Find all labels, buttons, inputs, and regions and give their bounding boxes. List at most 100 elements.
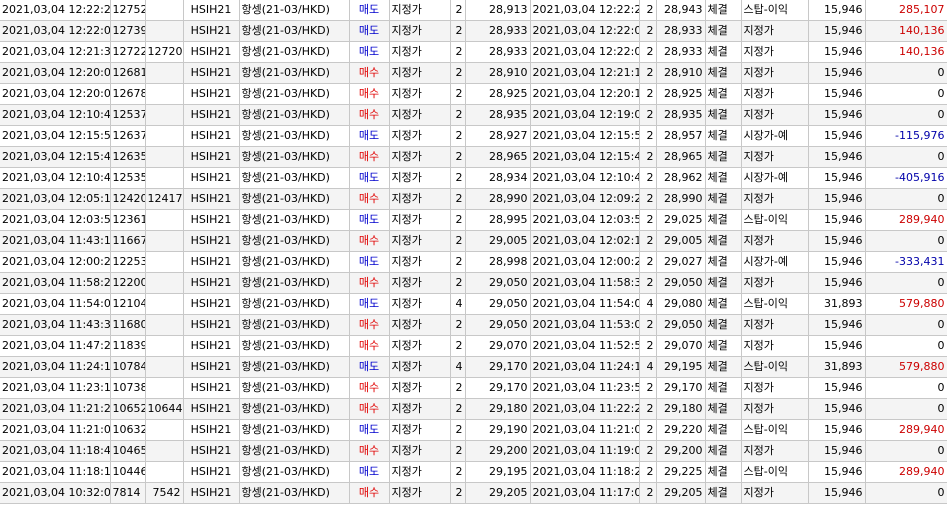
side-cell: 매도 xyxy=(349,209,390,231)
table-row[interactable]: 2021,03,04 11:24:13 10784 HSIH21 항셍(21-03/H… xyxy=(0,356,947,378)
table-row[interactable]: 2021,03,04 12:20:00 12678 HSIH21 항셍(21-03/H… xyxy=(0,83,947,105)
product-name-cell: 항셍(21-03/HKD) xyxy=(239,314,350,336)
order-time-cell: 2021,03,04 12:10:45 xyxy=(0,167,111,189)
order-qty-cell: 2 xyxy=(450,377,466,399)
table-row[interactable]: 2021,03,04 12:15:41 12635 HSIH21 항셍(21-03/H… xyxy=(0,146,947,168)
margin-cell: 15,946 xyxy=(808,482,866,504)
original-order-number-cell xyxy=(145,20,184,42)
table-row[interactable]: 2021,03,04 12:10:45 12535 HSIH21 항셍(21-03/H… xyxy=(0,167,947,189)
product-code-cell: HSIH21 xyxy=(183,62,240,84)
margin-cell: 15,946 xyxy=(808,188,866,210)
product-name-cell: 항셍(21-03/HKD) xyxy=(239,83,350,105)
side-cell: 매수 xyxy=(349,314,390,336)
status-cell: 체결 xyxy=(705,209,742,231)
table-row[interactable]: 2021,03,04 11:54:04 12104 HSIH21 항셍(21-03/H… xyxy=(0,293,947,315)
original-order-number-cell xyxy=(145,62,184,84)
table-row[interactable]: 2021,03,04 11:23:18 10738 HSIH21 항셍(21-03/H… xyxy=(0,377,947,399)
margin-cell: 15,946 xyxy=(808,230,866,252)
table-row[interactable]: 2021,03,04 12:22:00 12739 HSIH21 항셍(21-03/H… xyxy=(0,20,947,42)
side-cell: 매수 xyxy=(349,83,390,105)
table-row[interactable]: 2021,03,04 10:32:02 7814 7542 HSIH21 항셍(21-0… xyxy=(0,482,947,504)
pnl-cell: 0 xyxy=(865,440,947,462)
original-order-number-cell: 12720 xyxy=(145,41,184,63)
product-name-cell: 항셍(21-03/HKD) xyxy=(239,377,350,399)
table-row[interactable]: 2021,03,04 12:05:17 12420 12417 HSIH21 항셍(21… xyxy=(0,188,947,210)
table-row[interactable]: 2021,03,04 11:21:06 10632 HSIH21 항셍(21-03/H… xyxy=(0,419,947,441)
fill-price-cell: 29,080 xyxy=(656,293,706,315)
order-price-cell: 29,180 xyxy=(465,398,531,420)
table-row[interactable]: 2021,03,04 11:18:19 10446 HSIH21 항셍(21-03/H… xyxy=(0,461,947,483)
original-order-number-cell xyxy=(145,293,184,315)
side-cell: 매도 xyxy=(349,251,390,273)
table-row[interactable]: 2021,03,04 11:58:23 12200 HSIH21 항셍(21-03/H… xyxy=(0,272,947,294)
condition-cell: 스탑-이익 xyxy=(741,356,809,378)
condition-cell: 시장가-예 xyxy=(741,167,809,189)
table-row[interactable]: 2021,03,04 12:20:03 12681 HSIH21 항셍(21-03/H… xyxy=(0,62,947,84)
fill-price-cell: 28,957 xyxy=(656,125,706,147)
fill-qty-cell: 2 xyxy=(639,41,657,63)
order-price-cell: 28,927 xyxy=(465,125,531,147)
order-number-cell: 12361 xyxy=(110,209,146,231)
original-order-number-cell xyxy=(145,440,184,462)
price-type-cell: 지정가 xyxy=(389,146,451,168)
fill-time-cell: 2021,03,04 11:19:04 xyxy=(530,440,640,462)
product-name-cell: 항셍(21-03/HKD) xyxy=(239,251,350,273)
condition-cell: 지정가 xyxy=(741,335,809,357)
original-order-number-cell xyxy=(145,356,184,378)
fill-qty-cell: 2 xyxy=(639,62,657,84)
side-cell: 매수 xyxy=(349,230,390,252)
table-row[interactable]: 2021,03,04 11:18:40 10465 HSIH21 항셍(21-03/H… xyxy=(0,440,947,462)
price-type-cell: 지정가 xyxy=(389,41,451,63)
fill-qty-cell: 2 xyxy=(639,377,657,399)
fill-time-cell: 2021,03,04 11:22:25 xyxy=(530,398,640,420)
table-row[interactable]: 2021,03,04 11:47:20 11839 HSIH21 항셍(21-03/H… xyxy=(0,335,947,357)
side-cell: 매도 xyxy=(349,20,390,42)
condition-cell: 스탑-이익 xyxy=(741,0,809,21)
order-qty-cell: 2 xyxy=(450,251,466,273)
margin-cell: 15,946 xyxy=(808,125,866,147)
original-order-number-cell xyxy=(145,314,184,336)
table-row[interactable]: 2021,03,04 12:21:30 12722 12720 HSIH21 항셍(21… xyxy=(0,41,947,63)
order-price-cell: 28,934 xyxy=(465,167,531,189)
fill-qty-cell: 2 xyxy=(639,188,657,210)
order-time-cell: 2021,03,04 11:43:38 xyxy=(0,314,111,336)
table-row[interactable]: 2021,03,04 12:03:56 12361 HSIH21 항셍(21-03/H… xyxy=(0,209,947,231)
status-cell: 체결 xyxy=(705,272,742,294)
status-cell: 체결 xyxy=(705,251,742,273)
margin-cell: 15,946 xyxy=(808,167,866,189)
margin-cell: 15,946 xyxy=(808,104,866,126)
table-row[interactable]: 2021,03,04 11:43:18 11667 HSIH21 항셍(21-03/H… xyxy=(0,230,947,252)
table-row[interactable]: 2021,03,04 11:21:22 10652 10644 HSIH21 항셍(21… xyxy=(0,398,947,420)
table-row[interactable]: 2021,03,04 12:22:26 12752 HSIH21 항셍(21-03/H… xyxy=(0,0,947,21)
price-type-cell: 지정가 xyxy=(389,335,451,357)
fill-price-cell: 28,933 xyxy=(656,20,706,42)
fill-price-cell: 29,025 xyxy=(656,209,706,231)
order-time-cell: 2021,03,04 11:21:06 xyxy=(0,419,111,441)
fill-price-cell: 29,050 xyxy=(656,272,706,294)
status-cell: 체결 xyxy=(705,104,742,126)
fill-qty-cell: 2 xyxy=(639,125,657,147)
fill-qty-cell: 2 xyxy=(639,20,657,42)
condition-cell: 지정가 xyxy=(741,62,809,84)
fill-time-cell: 2021,03,04 12:22:26 xyxy=(530,0,640,21)
table-row[interactable]: 2021,03,04 12:10:47 12537 HSIH21 항셍(21-03/H… xyxy=(0,104,947,126)
order-price-cell: 29,190 xyxy=(465,419,531,441)
table-row[interactable]: 2021,03,04 12:15:50 12637 HSIH21 항셍(21-03/H… xyxy=(0,125,947,147)
status-cell: 체결 xyxy=(705,41,742,63)
table-row[interactable]: 2021,03,04 12:00:23 12253 HSIH21 항셍(21-03/H… xyxy=(0,251,947,273)
condition-cell: 스탑-이익 xyxy=(741,209,809,231)
original-order-number-cell xyxy=(145,104,184,126)
order-price-cell: 28,910 xyxy=(465,62,531,84)
fill-price-cell: 28,965 xyxy=(656,146,706,168)
condition-cell: 지정가 xyxy=(741,104,809,126)
order-time-cell: 2021,03,04 11:18:40 xyxy=(0,440,111,462)
order-qty-cell: 2 xyxy=(450,167,466,189)
status-cell: 체결 xyxy=(705,146,742,168)
margin-cell: 15,946 xyxy=(808,440,866,462)
price-type-cell: 지정가 xyxy=(389,272,451,294)
product-name-cell: 항셍(21-03/HKD) xyxy=(239,41,350,63)
status-cell: 체결 xyxy=(705,188,742,210)
original-order-number-cell xyxy=(145,419,184,441)
table-row[interactable]: 2021,03,04 11:43:38 11680 HSIH21 항셍(21-03/H… xyxy=(0,314,947,336)
status-cell: 체결 xyxy=(705,314,742,336)
